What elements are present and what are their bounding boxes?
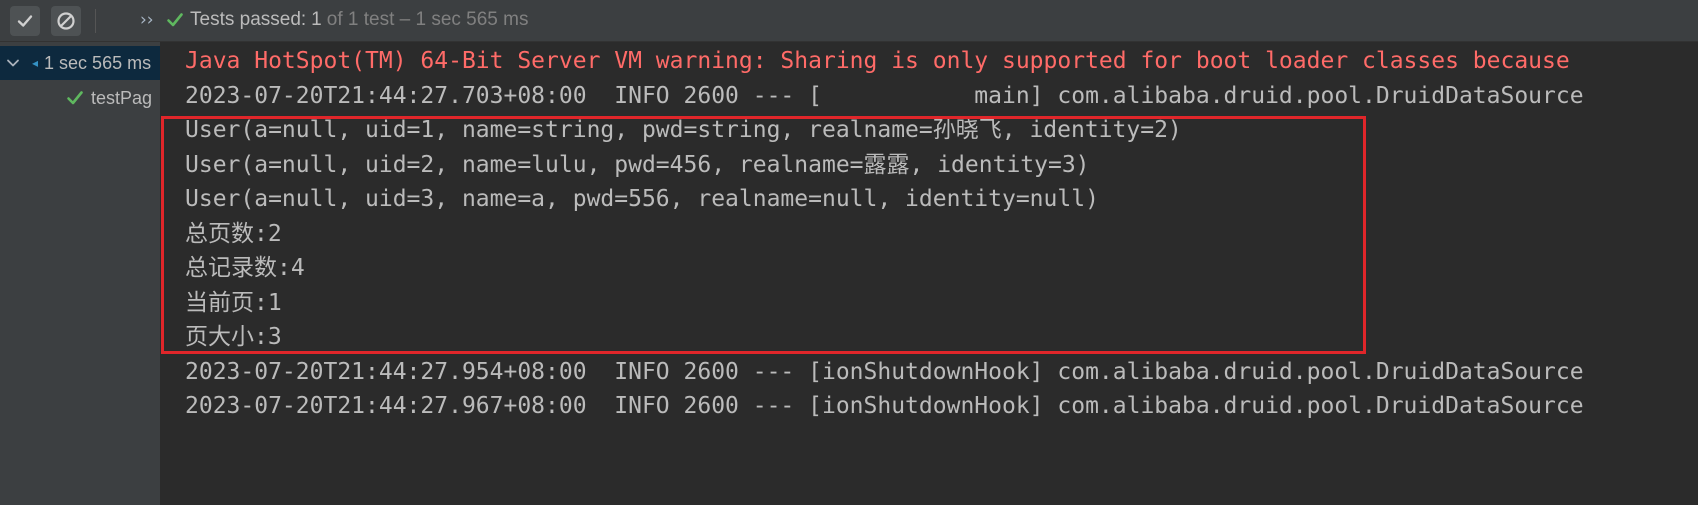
show-passed-button[interactable] (10, 6, 40, 36)
run-tool-window: ›› Tests passed: 1 of 1 test – 1 sec 565… (0, 0, 1698, 505)
test-tree: ◂ 1 sec 565 ms testPag (0, 42, 160, 505)
console-line: 2023-07-20T21:44:27.954+08:00 INFO 2600 … (185, 359, 1584, 385)
console-line: User(a=null, uid=1, name=string, pwd=str… (185, 117, 1182, 143)
console-line-warning: Java HotSpot(TM) 64-Bit Server VM warnin… (185, 48, 1570, 74)
pass-check-icon (66, 89, 84, 107)
tree-item-root[interactable]: ◂ 1 sec 565 ms (0, 46, 160, 80)
test-status-icon: ◂ (32, 56, 39, 70)
console-line: User(a=null, uid=3, name=a, pwd=556, rea… (185, 186, 1099, 212)
double-chevron-right-icon[interactable]: ›› (140, 8, 154, 32)
console-line: 当前页:1 (185, 290, 282, 316)
status-summary: of 1 test – 1 sec 565 ms (326, 9, 529, 30)
tree-item-label: testPag (91, 87, 153, 108)
tree-item-duration: 1 sec 565 ms (44, 52, 152, 73)
console-line: 总页数:2 (185, 221, 282, 247)
toolbar-separator (95, 9, 96, 33)
test-status: Tests passed: 1 of 1 test – 1 sec 565 ms (166, 8, 528, 32)
stop-icon (57, 12, 75, 30)
console-output[interactable]: Java HotSpot(TM) 64-Bit Server VM warnin… (160, 42, 1698, 505)
chevron-down-icon[interactable] (6, 56, 20, 70)
tree-item-test[interactable]: testPag (66, 82, 152, 114)
test-runner-toolbar: ›› Tests passed: 1 of 1 test – 1 sec 565… (0, 0, 1698, 42)
show-ignored-button[interactable] (51, 6, 81, 36)
console-line: 2023-07-20T21:44:27.967+08:00 INFO 2600 … (185, 393, 1584, 419)
console-line: User(a=null, uid=2, name=lulu, pwd=456, … (185, 152, 1090, 178)
status-label: Tests passed: (190, 9, 307, 30)
pass-check-icon (166, 11, 184, 29)
checkmark-icon (17, 15, 33, 27)
console-line: 2023-07-20T21:44:27.703+08:00 INFO 2600 … (185, 83, 1584, 109)
console-line: 总记录数:4 (185, 255, 305, 281)
console-line: 页大小:3 (185, 324, 282, 350)
status-count: 1 (311, 9, 322, 30)
